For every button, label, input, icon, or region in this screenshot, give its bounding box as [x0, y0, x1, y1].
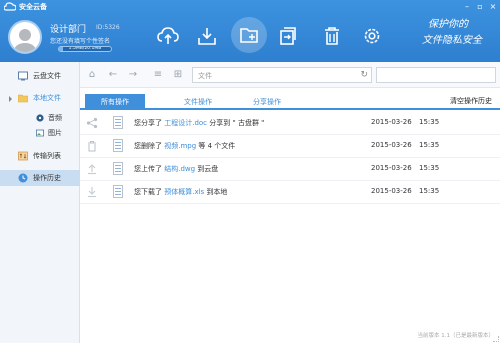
history-time: 15:35 — [419, 164, 440, 172]
path-input[interactable]: 文件 ↻ — [192, 67, 372, 83]
header: 安全云备 – ▫ × 设计部门 ID:5326 您还没有填写个性签名 1.5MB… — [0, 0, 500, 62]
slogan: 保护你的 文件隐私安全 — [420, 18, 498, 58]
user-silhouette-icon — [13, 29, 37, 52]
download-icon — [198, 28, 216, 45]
file-link[interactable]: 工程设计.doc — [164, 119, 207, 127]
path-placeholder: 文件 — [198, 72, 212, 80]
file-icon — [113, 185, 123, 198]
avatar[interactable] — [8, 20, 42, 54]
title-bar: 安全云备 – ▫ × — [0, 0, 500, 14]
upload-cloud-button[interactable] — [152, 18, 184, 54]
upload-icon — [88, 164, 96, 175]
transfer-icon — [18, 151, 28, 161]
sidebar-item-audio[interactable]: 音频 — [0, 110, 80, 126]
history-row[interactable]: 您分享了 工程设计.doc 分享到 " 古盘群 " 2015-03-26 15:… — [80, 112, 500, 135]
new-folder-button[interactable] — [231, 17, 267, 53]
grid-view-icon[interactable]: ⊞ — [172, 69, 184, 81]
history-date: 2015-03-26 — [371, 187, 412, 195]
share-button[interactable] — [272, 18, 304, 54]
delete-button[interactable] — [316, 18, 348, 54]
tab-share-operations[interactable]: 分享操作 — [237, 94, 297, 110]
clear-history-button[interactable]: 清空操作历史 — [450, 96, 492, 106]
sidebar-item-cloud-files[interactable]: 云盘文件 — [0, 68, 80, 84]
tab-file-operations[interactable]: 文件操作 — [168, 94, 228, 110]
share-icon — [86, 117, 98, 129]
home-icon[interactable]: ⌂ — [86, 69, 98, 81]
user-signature[interactable]: 您还没有填写个性签名 — [50, 36, 110, 45]
storage-quota-bar: 1.5MB/20.1MB — [58, 46, 112, 52]
history-description: 您删除了 视频.mpg 等 4 个文件 — [134, 142, 236, 150]
search-input[interactable] — [376, 67, 496, 83]
forward-icon[interactable]: → — [127, 69, 139, 81]
app-title: 安全云备 — [19, 3, 47, 11]
file-icon — [113, 139, 123, 152]
file-link[interactable]: 结构.dwg — [164, 165, 195, 173]
sidebar-item-operation-history[interactable]: 操作历史 — [0, 170, 80, 186]
history-description: 您分享了 工程设计.doc 分享到 " 古盘群 " — [134, 119, 265, 127]
sidebar-item-label: 图片 — [48, 129, 62, 137]
sidebar-item-label: 音频 — [48, 114, 62, 122]
history-icon — [18, 173, 28, 183]
back-icon[interactable]: ← — [107, 69, 119, 81]
refresh-icon[interactable]: ↻ — [360, 70, 368, 80]
upload-cloud-icon — [157, 27, 179, 44]
share-icon — [280, 27, 296, 45]
settings-button[interactable] — [356, 18, 388, 54]
image-icon — [36, 129, 44, 137]
history-time: 15:35 — [419, 118, 440, 126]
sidebar-item-local-files[interactable]: 本地文件 — [0, 90, 80, 106]
expand-arrow-icon[interactable] — [9, 96, 12, 102]
file-link[interactable]: 视频.mpg — [164, 142, 196, 150]
history-description: 您下载了 预体概算.xls 到本地 — [134, 188, 228, 196]
tab-all-operations[interactable]: 所有操作 — [85, 94, 145, 110]
sidebar-item-images[interactable]: 图片 — [0, 125, 80, 141]
resize-grip-icon[interactable] — [493, 336, 499, 342]
version-info: 当前版本 1.1（已是最新版本） — [417, 333, 495, 339]
history-date: 2015-03-26 — [371, 118, 412, 126]
file-icon — [113, 162, 123, 175]
user-name: 设计部门 — [50, 25, 87, 35]
new-folder-icon — [240, 28, 258, 43]
sidebar-item-label: 传输列表 — [33, 152, 61, 160]
file-icon — [113, 116, 123, 129]
sidebar-item-label: 本地文件 — [33, 94, 61, 102]
storage-quota-text: 1.5MB/20.1MB — [68, 46, 102, 51]
download-button[interactable] — [191, 18, 223, 54]
user-id: ID:5326 — [96, 24, 120, 31]
slogan-line-2: 文件隐私安全 — [422, 35, 482, 46]
file-link[interactable]: 预体概算.xls — [164, 188, 204, 196]
history-date: 2015-03-26 — [371, 164, 412, 172]
history-row[interactable]: 您下载了 预体概算.xls 到本地 2015-03-26 15:35 — [80, 181, 500, 204]
maximize-icon[interactable]: ▫ — [475, 1, 485, 12]
history-row[interactable]: 您删除了 视频.mpg 等 4 个文件 2015-03-26 15:35 — [80, 135, 500, 158]
list-view-icon[interactable]: ≡ — [152, 69, 164, 81]
history-time: 15:35 — [419, 141, 440, 149]
sidebar-item-label: 操作历史 — [33, 174, 61, 182]
sidebar-item-transfer-list[interactable]: 传输列表 — [0, 148, 80, 164]
close-icon[interactable]: × — [488, 1, 498, 12]
settings-icon — [364, 28, 380, 44]
app-logo-icon — [4, 2, 16, 11]
download-icon — [88, 187, 96, 198]
minimize-icon[interactable]: – — [462, 1, 472, 12]
audio-icon — [36, 114, 44, 122]
folder-icon — [18, 94, 28, 103]
cloud-icon — [18, 71, 28, 81]
sidebar-item-label: 云盘文件 — [33, 72, 61, 80]
history-row[interactable]: 您上传了 结构.dwg 到云盘 2015-03-26 15:35 — [80, 158, 500, 181]
delete-icon — [88, 141, 96, 152]
history-tabs: 所有操作 文件操作 分享操作 清空操作历史 — [80, 92, 500, 110]
history-time: 15:35 — [419, 187, 440, 195]
delete-icon — [325, 27, 339, 45]
history-description: 您上传了 结构.dwg 到云盘 — [134, 165, 219, 173]
history-date: 2015-03-26 — [371, 141, 412, 149]
slogan-line-1: 保护你的 — [428, 19, 468, 30]
navigation-toolbar: ⌂ ← → ≡ ⊞ 文件 ↻ — [80, 62, 500, 88]
sidebar: 云盘文件 本地文件 音频 图片 传输列表 操作历史 — [0, 62, 80, 343]
